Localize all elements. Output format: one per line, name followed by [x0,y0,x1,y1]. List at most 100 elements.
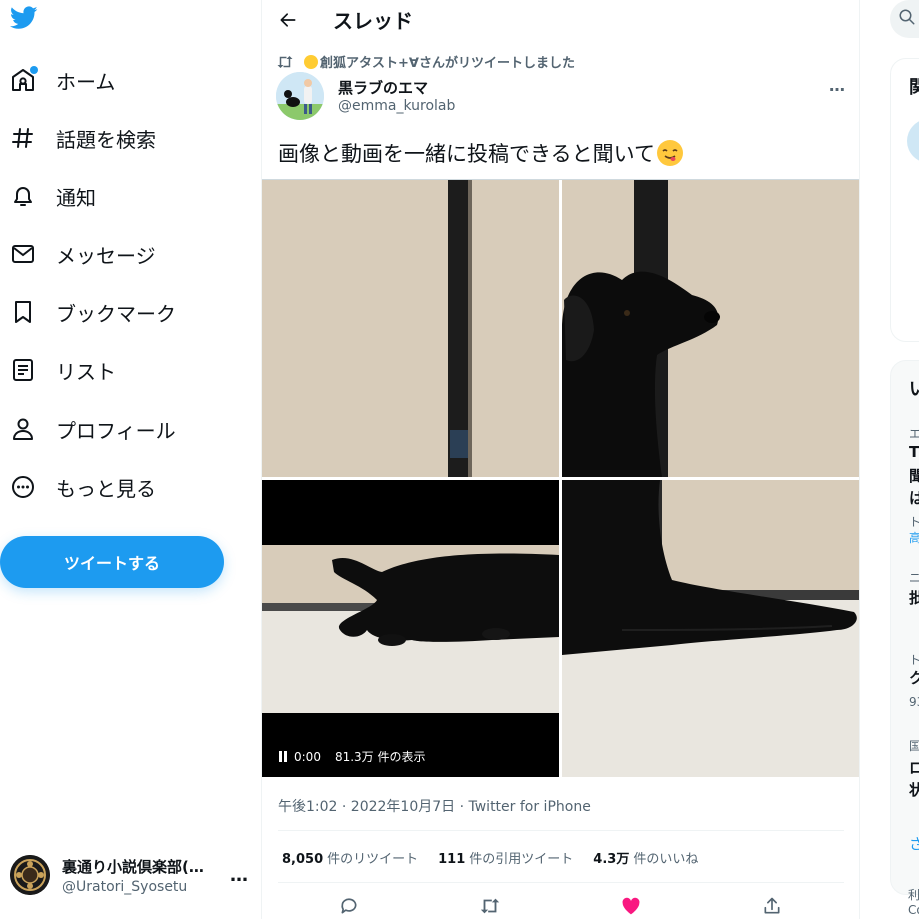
media-photo-3[interactable] [562,480,859,777]
person-icon [10,416,36,442]
trend-3-meta: ト [909,653,919,667]
nav-lists-label: リスト [56,359,116,384]
nav-notifications-label: 通知 [56,185,96,210]
reply-icon[interactable] [338,895,360,917]
nav-profile-label: プロフィール [56,418,176,443]
smile-emoji-icon [304,54,318,69]
bell-icon [10,183,36,209]
trend-2-meta: ニ [909,571,919,585]
quote-count: 111 [438,852,466,867]
envelope-icon [10,241,36,267]
nav-messages[interactable]: メッセージ [10,234,156,274]
trend-1-line1[interactable]: TI [909,443,919,461]
related-user-avatar[interactable] [907,119,919,163]
author-avatar[interactable] [276,72,324,120]
trend-1-meta2: ト [909,515,919,529]
tweet-button[interactable]: ツイートする [0,536,224,588]
trend-3-line1[interactable]: ク [909,667,919,688]
tweet-stats: 8,050 件のリツイート 111 件の引用ツイート 4.3万 件のいいね [282,848,718,867]
search-input[interactable] [890,0,919,38]
like-count-label: 件のいいね [633,852,699,867]
nav-messages-label: メッセージ [56,243,156,268]
author-name[interactable]: 黒ラブのエマ [338,77,428,98]
divider [278,830,844,831]
retweet-count-link[interactable]: 8,050 件のリツイート [282,848,418,867]
bookmark-icon [10,299,36,325]
quote-count-label: 件の引用ツイート [469,852,574,867]
video-time: 0:00 [294,749,321,764]
twitter-bird-icon[interactable] [9,6,40,34]
account-avatar [10,855,50,895]
left-sidebar: ホーム 話題を検索 通知 メッセージ ブックマーク リスト プロフィール もっと… [0,0,262,919]
video-controls: 0:00 81.3万 件の表示 [278,748,426,765]
retweet-action-icon[interactable] [479,895,501,917]
trend-2-line1[interactable]: 批 [909,587,919,608]
trend-3-meta2: 93 [909,695,919,709]
pause-icon[interactable] [278,751,288,762]
trend-1-link[interactable]: 高 [909,529,919,546]
author-handle[interactable]: @emma_kurolab [338,98,455,114]
tweet-actions [262,893,859,919]
like-count: 4.3万 [593,852,630,867]
tweet-more-button[interactable]: … [829,76,846,95]
trend-1-line2[interactable]: 聞 [909,465,919,486]
nav-bookmarks[interactable]: ブックマーク [10,292,176,332]
list-icon [10,357,36,383]
page-title: スレッド [333,9,413,33]
nav-more-label: もっと見る [56,476,156,501]
nav-profile[interactable]: プロフィール [10,409,176,449]
account-handle: @Uratori_Syosetu [62,878,188,895]
hashtag-icon [10,125,36,151]
more-circle-icon [10,474,36,500]
tweet-timestamp[interactable]: 午後1:02 · 2022年10月7日 · Twitter for iPhone [278,796,591,816]
media-video[interactable]: 0:00 81.3万 件の表示 [262,480,559,777]
card1-title: 関 [909,77,919,98]
nav-notifications[interactable]: 通知 [10,176,96,216]
media-photo-2[interactable] [562,180,859,477]
like-heart-icon[interactable] [620,895,642,917]
account-more-button[interactable]: … [230,865,249,886]
tweet-author: 黒ラブのエマ @emma_kurolab … [276,72,846,120]
nav-home-label: ホーム [56,69,116,94]
nav-bookmarks-label: ブックマーク [56,301,176,326]
retweet-count: 8,050 [282,852,324,867]
nav-lists[interactable]: リスト [10,350,116,390]
yum-emoji-icon [656,140,683,166]
card2-title: い [909,379,919,400]
notification-dot [30,66,38,74]
nav-explore-label: 話題を検索 [56,127,156,152]
footer-cookie-link[interactable]: Co [908,903,919,917]
quote-count-link[interactable]: 111 件の引用ツイート [438,848,573,867]
video-views: 81.3万 件の表示 [334,750,426,764]
related-users-card: 関 [890,58,919,342]
right-sidebar: 関 い エ TI 聞 は ト 高 ニ 批 ト ク 93 国 ロ 状 さ 利 Co [860,0,919,919]
thread-header: スレッド [262,0,859,38]
trend-4-meta: 国 [909,739,919,753]
nav-explore[interactable]: 話題を検索 [10,118,156,158]
media-photo-1[interactable] [262,180,559,477]
main-column: スレッド 創狐アタスト+∀さんがリツイートしました 黒ラブのエマ @emma_k… [262,0,860,919]
retweeted-by-text: 創狐アタスト+∀さんがリツイートしました [320,56,575,71]
nav-more[interactable]: もっと見る [10,467,156,507]
retweet-icon [276,54,294,70]
trend-4-line1[interactable]: ロ [909,757,919,778]
show-more-link[interactable]: さ [909,833,919,854]
like-count-link[interactable]: 4.3万 件のいいね [593,848,698,867]
back-arrow-icon[interactable] [276,8,300,32]
retweet-count-label: 件のリツイート [327,852,419,867]
nav-home[interactable]: ホーム [10,60,115,100]
share-icon[interactable] [761,895,783,917]
account-name: 裏通り小説倶楽部(… [62,857,204,876]
tweet-media-grid: 0:00 81.3万 件の表示 [262,179,859,777]
trends-card: い エ TI 聞 は ト 高 ニ 批 ト ク 93 国 ロ 状 さ [890,360,919,895]
footer-terms-link[interactable]: 利 [908,886,919,903]
home-icon [10,66,38,93]
tweet-body: 画像と動画を一緒に投稿できると聞いて [278,142,655,166]
trend-4-line2[interactable]: 状 [909,779,919,800]
retweet-context[interactable]: 創狐アタスト+∀さんがリツイートしました [276,52,575,71]
account-switcher[interactable]: 裏通り小説倶楽部(… @Uratori_Syosetu … [10,854,250,896]
trend-1-meta: エ [909,427,919,441]
search-icon [899,9,915,25]
tweet-text: 画像と動画を一緒に投稿できると聞いて [278,138,683,168]
trend-1-line3[interactable]: は [909,487,919,508]
